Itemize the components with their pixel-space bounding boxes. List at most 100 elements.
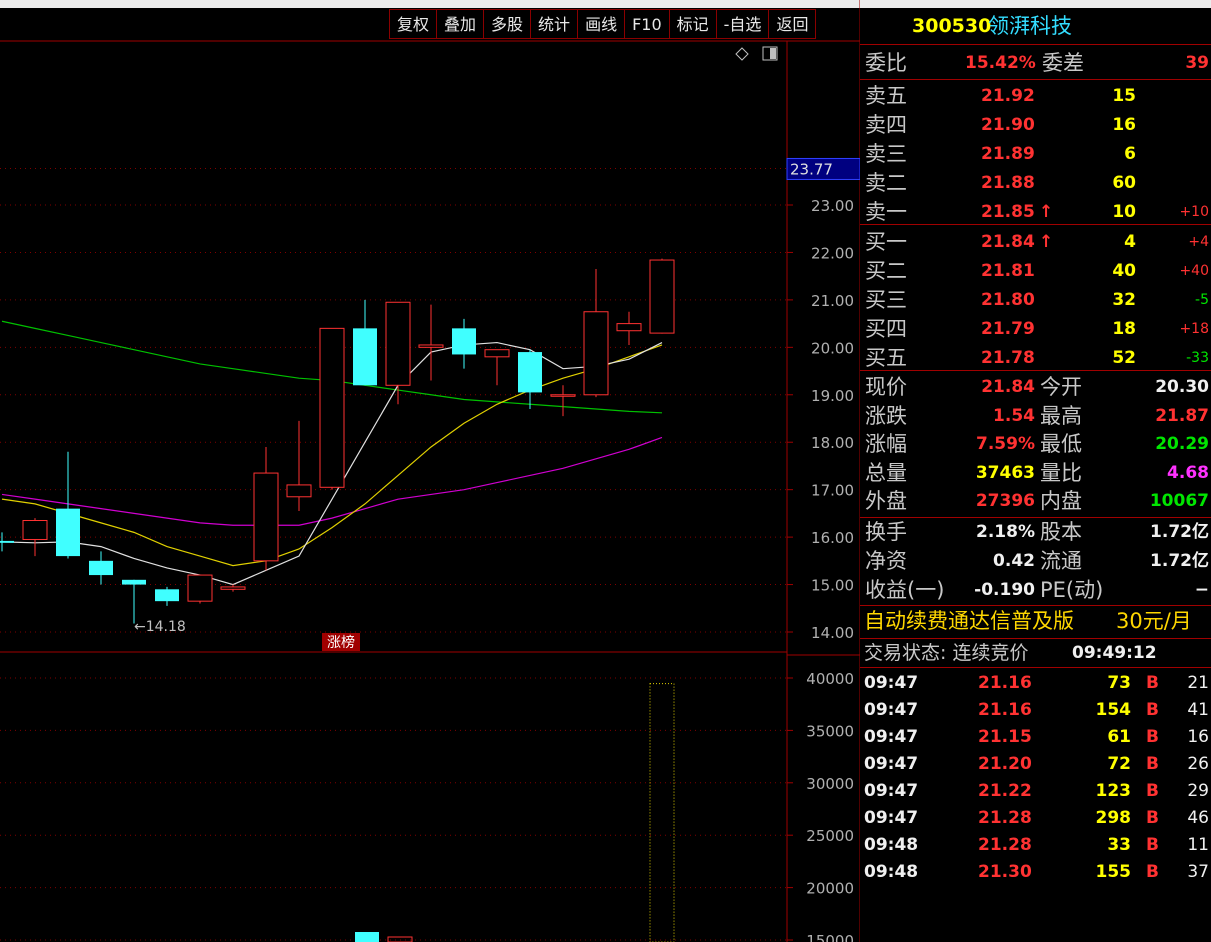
tick-volume: 72 xyxy=(1107,754,1131,774)
tick-side: B xyxy=(1146,808,1159,828)
tick-row: 09:48 21.30 155 B 37 xyxy=(860,858,1211,886)
price-tick-label: 19.00 xyxy=(811,387,854,405)
asks-volume: 60 xyxy=(1112,173,1136,193)
up-arrow-icon: ↑ xyxy=(1039,232,1054,252)
stat-value: 7.59% xyxy=(976,434,1035,454)
candle-body xyxy=(89,560,113,576)
fund-label: 换手 xyxy=(865,520,907,544)
bids-level-label: 买四 xyxy=(865,317,907,341)
stock-name: 领湃科技 xyxy=(988,14,1072,38)
bids-change: -5 xyxy=(1195,292,1209,308)
bids-level-label: 买五 xyxy=(865,346,907,370)
asks-change: +10 xyxy=(1179,204,1209,220)
asks-level-label: 卖二 xyxy=(865,171,907,195)
asks-level-label: 卖四 xyxy=(865,113,907,137)
divider xyxy=(860,605,1211,606)
candle-body xyxy=(155,589,179,602)
fund-value: 1.72亿 xyxy=(1150,522,1209,542)
tick-side: B xyxy=(1146,835,1159,855)
fund-label: 净资 xyxy=(865,549,907,573)
volume-tick-label: 20000 xyxy=(806,880,854,898)
tick-time: 09:47 xyxy=(864,700,919,720)
stat-row: 现价 21.84 今开 20.30 xyxy=(860,373,1211,401)
stock-header: 300530 领湃科技 xyxy=(860,12,1211,40)
weicha-value: 39 xyxy=(1185,53,1209,73)
ad-text[interactable]: 自动续费通达信普及版 xyxy=(864,607,1074,635)
bids-row: 买五 21.78 52 -33 xyxy=(860,344,1211,372)
trade-status-time: 09:49:12 xyxy=(1072,643,1157,663)
trade-status: 交易状态: 连续竞价 09:49:12 xyxy=(860,639,1211,667)
tick-row: 09:47 21.15 61 B 16 xyxy=(860,723,1211,751)
fund-label: 股本 xyxy=(1040,520,1082,544)
ad-banner[interactable]: 自动续费通达信普及版 30元/月 xyxy=(860,607,1211,635)
asks-volume: 16 xyxy=(1112,115,1136,135)
weibi-label: 委比 xyxy=(865,51,907,75)
ad-price[interactable]: 30元/月 xyxy=(1116,607,1192,635)
tick-side: B xyxy=(1146,673,1159,693)
volume-bar xyxy=(355,932,379,942)
low-price-annotation: ←14.18 xyxy=(134,619,186,635)
stat-row: 涨幅 7.59% 最低 20.29 xyxy=(860,430,1211,458)
tick-row: 09:47 21.16 73 B 21 xyxy=(860,669,1211,697)
fund-row: 净资 0.42 流通 1.72亿 xyxy=(860,547,1211,575)
tick-volume: 33 xyxy=(1107,835,1131,855)
candle-body xyxy=(220,586,246,590)
bids-level-label: 买二 xyxy=(865,259,907,283)
volume-tick-label: 35000 xyxy=(806,722,854,740)
diamond-icon xyxy=(735,47,749,61)
candle-body xyxy=(385,301,411,386)
bids-row: 买一 21.84 ↑ 4 +4 xyxy=(860,228,1211,256)
fund-label: 流通 xyxy=(1040,549,1082,573)
tick-count: 41 xyxy=(1187,700,1209,720)
asks-level-label: 卖一 xyxy=(865,200,907,224)
stat-label: 总量 xyxy=(865,460,907,485)
divider xyxy=(860,370,1211,371)
asks-volume: 10 xyxy=(1112,202,1136,222)
tick-time: 09:47 xyxy=(864,781,919,801)
price-tick-label: 21.00 xyxy=(811,292,854,310)
volume-tick-label: 40000 xyxy=(806,670,854,688)
candle-body xyxy=(484,349,510,358)
divider xyxy=(860,79,1211,80)
stat-value: 20.29 xyxy=(1155,434,1209,454)
weibi-value: 15.42% xyxy=(965,53,1036,73)
tick-volume: 155 xyxy=(1095,862,1132,882)
tick-volume: 61 xyxy=(1107,727,1131,747)
asks-level-label: 卖三 xyxy=(865,142,907,166)
candle-body xyxy=(0,540,14,543)
fund-value: − xyxy=(1194,580,1209,600)
bids-volume: 4 xyxy=(1124,232,1136,252)
stat-value: 21.84 xyxy=(981,377,1035,397)
candle-body xyxy=(649,259,675,334)
bids-row: 买三 21.80 32 -5 xyxy=(860,286,1211,314)
tick-count: 46 xyxy=(1187,808,1209,828)
candle-body xyxy=(286,484,312,498)
bids-price: 21.78 xyxy=(981,348,1035,368)
bids-volume: 18 xyxy=(1112,319,1136,339)
fund-value: 2.18% xyxy=(976,522,1035,542)
stock-code: 300530 xyxy=(912,15,992,37)
fund-row: 换手 2.18% 股本 1.72亿 xyxy=(860,518,1211,546)
price-tick-label: 16.00 xyxy=(811,529,854,547)
stat-value: 10067 xyxy=(1149,491,1209,511)
tick-price: 21.22 xyxy=(978,781,1032,801)
bids-row: 买二 21.81 40 +40 xyxy=(860,257,1211,285)
stat-value: 21.87 xyxy=(1155,405,1209,426)
candle-body xyxy=(418,344,444,348)
fund-row: 收益(一) -0.190 PE(动) − xyxy=(860,576,1211,604)
tick-volume: 298 xyxy=(1095,808,1132,828)
fund-label: PE(动) xyxy=(1040,578,1104,602)
candle-body xyxy=(550,394,576,397)
tick-row: 09:47 21.16 154 B 41 xyxy=(860,696,1211,724)
stat-label: 最高 xyxy=(1040,403,1082,428)
stat-row: 总量 37463 量比 4.68 xyxy=(860,459,1211,487)
tick-count: 21 xyxy=(1187,673,1209,693)
bids-level-label: 买一 xyxy=(865,230,907,254)
asks-price: 21.92 xyxy=(981,86,1035,106)
candle-body xyxy=(518,352,542,393)
stat-label: 现价 xyxy=(865,375,907,399)
kline-chart[interactable]: 23.00 22.00 21.00 20.00 19.00 18.00 17.00 16.00… xyxy=(0,0,860,942)
asks-price: 21.90 xyxy=(981,115,1035,135)
tick-row: 09:48 21.28 33 B 11 xyxy=(860,831,1211,859)
stat-label: 内盘 xyxy=(1040,489,1082,513)
